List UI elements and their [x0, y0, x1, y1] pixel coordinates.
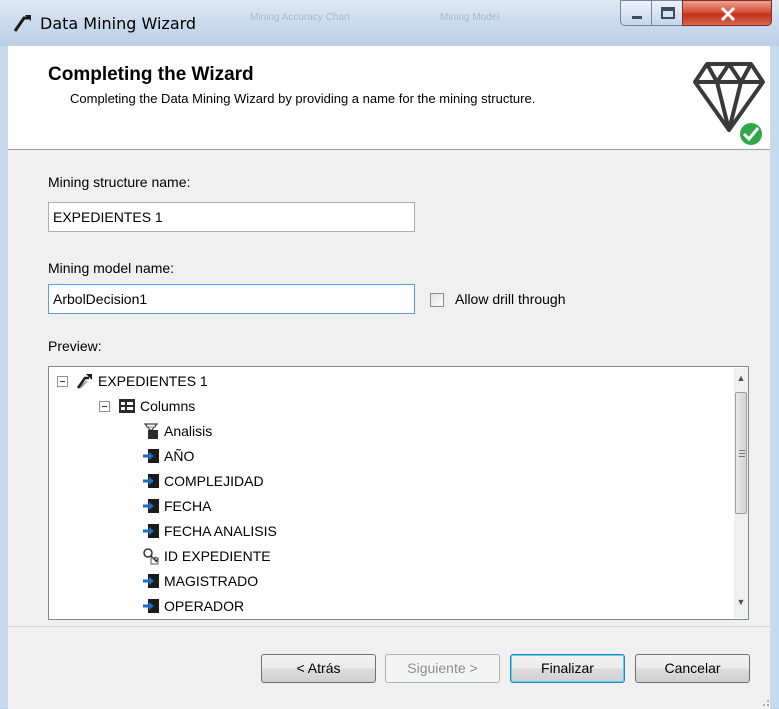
- next-button[interactable]: Siguiente >: [385, 654, 500, 683]
- model-name-label: Mining model name:: [48, 260, 175, 276]
- tree-column-label: FECHA: [164, 498, 212, 514]
- minimize-icon: [632, 16, 642, 19]
- scroll-grip-icon: [739, 450, 745, 451]
- tree-column-label: OPERADOR: [164, 598, 245, 614]
- model-name-input[interactable]: ArbolDecision1: [48, 284, 415, 314]
- allow-drill-through-checkbox[interactable]: [430, 293, 444, 307]
- key-icon: [143, 548, 159, 565]
- collapse-columns-toggle[interactable]: [99, 401, 110, 412]
- tree-column-label: FECHA ANALISIS: [164, 523, 277, 539]
- scroll-up-arrow-icon[interactable]: ▲: [734, 370, 748, 386]
- input-arrow-icon: [143, 474, 159, 488]
- scroll-down-arrow-icon[interactable]: ▼: [734, 594, 748, 610]
- maximize-button[interactable]: [651, 0, 683, 26]
- maximize-icon: [661, 7, 675, 19]
- tree-column-label: Analisis: [164, 423, 213, 439]
- window-frame-right: [770, 46, 779, 708]
- wizard-footer: < Atrás Siguiente > Finalizar Cancelar: [8, 626, 770, 709]
- page-title: Completing the Wizard: [48, 64, 254, 85]
- resize-grip-icon[interactable]: [760, 697, 770, 707]
- close-icon: [720, 6, 736, 22]
- tree-column-node[interactable]: OPERADOR: [142, 594, 442, 618]
- predict-icon: [143, 423, 159, 439]
- wizard-header: Completing the Wizard Completing the Dat…: [8, 46, 770, 150]
- input-arrow-icon: [143, 599, 159, 613]
- background-tab-model: Mining Model: [440, 12, 500, 23]
- window-title: Data Mining Wizard: [40, 14, 197, 33]
- tree-root-label: EXPEDIENTES 1: [98, 373, 208, 389]
- input-arrow-icon: [143, 574, 159, 588]
- title-bar: Data Mining Wizard Mining Accuracy Chart…: [0, 0, 779, 46]
- tree-column-node[interactable]: COMPLEJIDAD: [142, 469, 442, 493]
- input-arrow-icon: [143, 499, 159, 513]
- page-description: Completing the Data Mining Wizard by pro…: [70, 91, 536, 106]
- preview-tree[interactable]: EXPEDIENTES 1 Columns Analisis AÑO COMPLEJ…: [48, 366, 749, 620]
- collapse-root-toggle[interactable]: [57, 376, 68, 387]
- structure-name-label: Mining structure name:: [48, 174, 191, 190]
- window-frame-left: [0, 46, 8, 708]
- tree-column-node[interactable]: FECHA ANALISIS: [142, 519, 442, 543]
- back-button[interactable]: < Atrás: [261, 654, 376, 683]
- background-tab-accuracy: Mining Accuracy Chart: [250, 12, 351, 23]
- tree-root-node[interactable]: EXPEDIENTES 1: [76, 369, 376, 393]
- tree-column-label: MAGISTRADO: [164, 573, 259, 589]
- allow-drill-through-label: Allow drill through: [455, 291, 566, 307]
- tree-column-node[interactable]: ID EXPEDIENTE: [142, 544, 442, 568]
- tree-column-node[interactable]: Analisis: [142, 419, 442, 443]
- tree-column-label: ID EXPEDIENTE: [164, 548, 271, 564]
- finish-button[interactable]: Finalizar: [510, 654, 625, 683]
- minimize-button[interactable]: [620, 0, 652, 26]
- preview-label: Preview:: [48, 338, 102, 354]
- diamond-check-icon: [693, 62, 765, 147]
- input-arrow-icon: [143, 524, 159, 538]
- caption-buttons: [620, 0, 772, 26]
- background-tabs: Mining Accuracy Chart Mining Model: [240, 8, 610, 32]
- data-mining-icon: [13, 15, 31, 32]
- tree-columns-label: Columns: [140, 398, 196, 414]
- tree-column-node[interactable]: AÑO: [142, 444, 442, 468]
- wizard-body: Mining structure name: EXPEDIENTES 1 Min…: [8, 150, 770, 626]
- tree-column-label: COMPLEJIDAD: [164, 473, 264, 489]
- tree-columns-node[interactable]: Columns: [118, 394, 418, 418]
- tree-column-node[interactable]: FECHA: [142, 494, 442, 518]
- tree-scrollbar[interactable]: ▲ ▼: [734, 368, 748, 618]
- tree-column-label: AÑO: [164, 448, 195, 464]
- scroll-thumb[interactable]: [735, 392, 747, 514]
- input-arrow-icon: [143, 449, 159, 463]
- structure-name-input[interactable]: EXPEDIENTES 1: [48, 202, 415, 232]
- cancel-button[interactable]: Cancelar: [635, 654, 750, 683]
- tree-column-node[interactable]: MAGISTRADO: [142, 569, 442, 593]
- columns-table-icon: [119, 399, 135, 413]
- close-button[interactable]: [682, 0, 772, 26]
- mining-structure-icon: [76, 374, 92, 389]
